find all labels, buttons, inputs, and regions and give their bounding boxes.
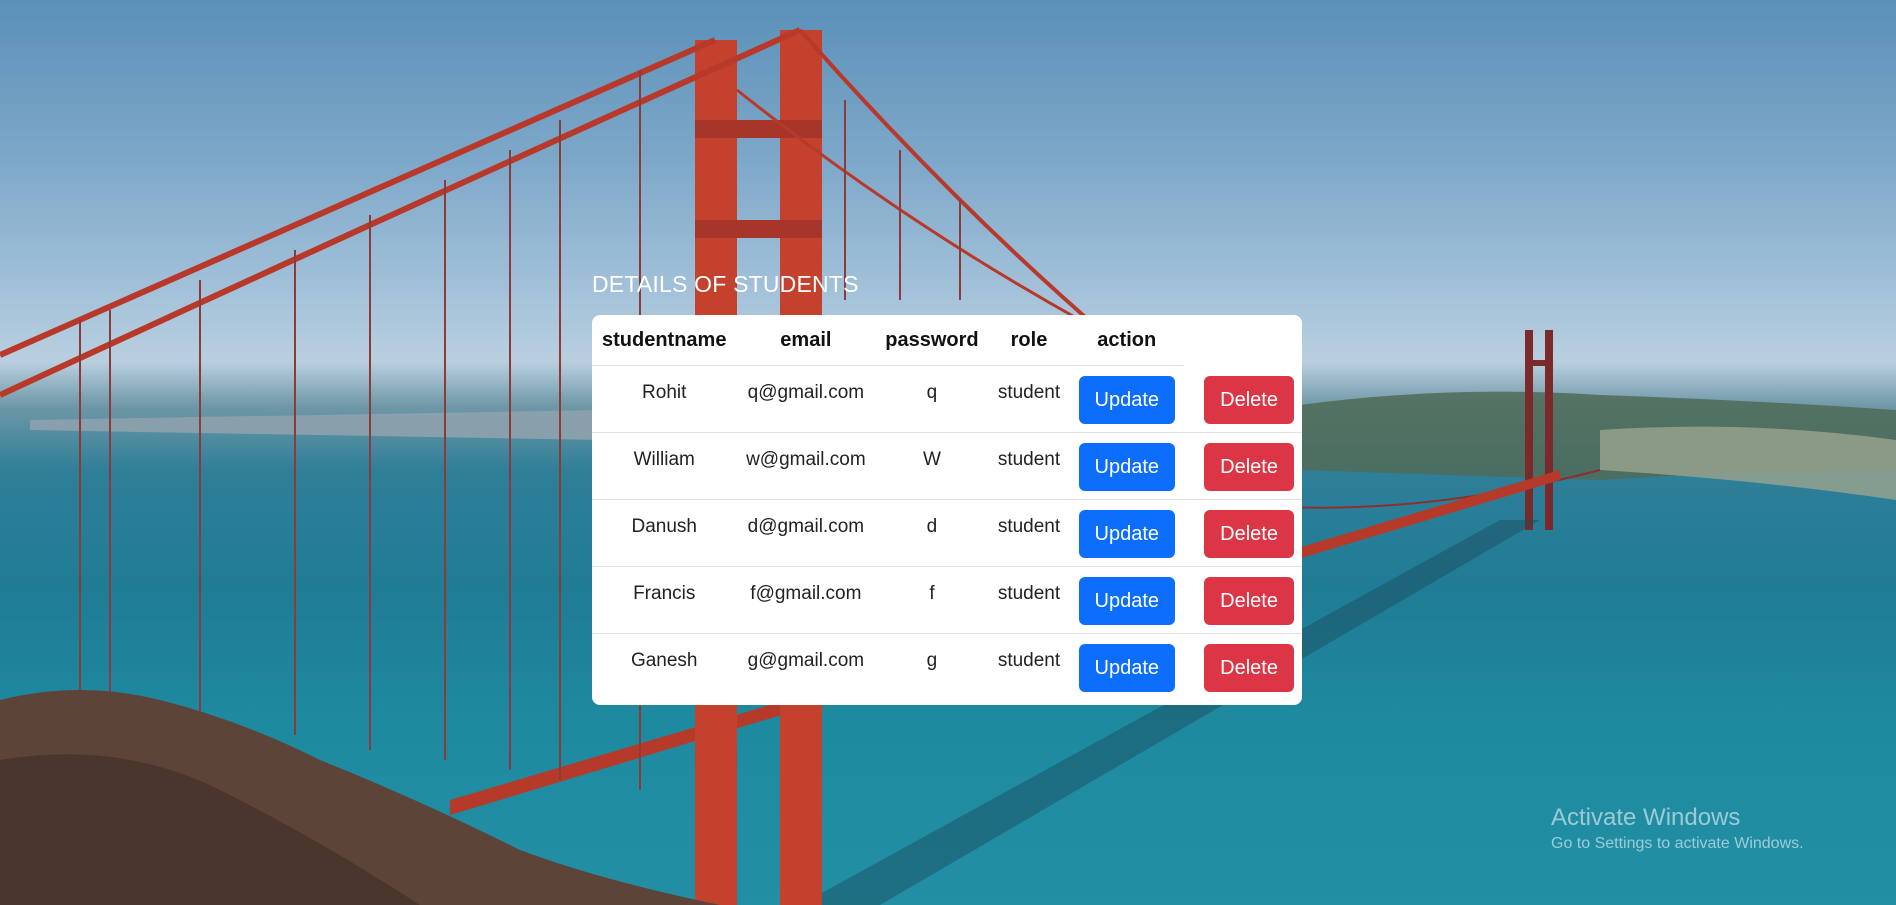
cell-email: w@gmail.com [736,432,876,500]
table-row: Francis f@gmail.com f student Update Del… [592,566,1302,634]
delete-button[interactable]: Delete [1204,375,1294,424]
cell-role: student [988,566,1070,634]
delete-button[interactable]: Delete [1204,510,1294,558]
activate-windows-watermark: Activate Windows Go to Settings to activ… [1551,804,1804,853]
cell-update: Update [1069,634,1184,701]
cell-delete: Delete [1184,566,1302,634]
cell-role: student [988,499,1070,567]
cell-password: d [875,499,989,567]
students-table-panel: studentname email password role action R… [592,315,1302,705]
cell-email: g@gmail.com [747,650,865,671]
column-header-studentname: studentname [592,315,737,366]
cell-update: Update [1069,499,1185,567]
update-button[interactable]: Update [1078,510,1175,558]
cell-role: student [988,432,1070,500]
table-row: Rohit q@gmail.com q student Update Delet… [592,365,1302,433]
cell-role: student [988,365,1070,433]
update-button[interactable]: Update [1078,644,1175,692]
table-row: William w@gmail.com W student Update Del… [592,432,1302,500]
column-header-email: email [736,315,876,366]
cell-studentname: Francis [592,566,737,634]
cell-email: f@gmail.com [736,566,876,634]
cell-email: q@gmail.com [736,365,876,433]
table-row: Ganesh g@gmail.com g student Update Dele… [592,634,1302,701]
column-header-role: role [988,315,1070,366]
column-header-blank [1184,315,1302,366]
cell-delete: Delete [1184,432,1302,500]
cell-delete: Delete [1184,365,1302,433]
watermark-subtitle: Go to Settings to activate Windows. [1551,835,1804,852]
cell-studentname: Danush [592,499,737,567]
page-title: DETAILS OF STUDENTS [592,271,859,297]
cell-update: Update [1069,432,1185,500]
students-table: studentname email password role action R… [592,315,1302,701]
cell-update: Update [1069,365,1185,433]
watermark-title: Activate Windows [1551,804,1741,831]
delete-button[interactable]: Delete [1204,577,1294,625]
cell-password: f [875,566,989,634]
table-header-row: studentname email password role action [592,315,1302,366]
update-button[interactable]: Update [1078,443,1175,491]
cell-studentname: William [592,432,737,500]
cell-password: W [875,432,989,500]
cell-delete: Delete [1184,634,1302,701]
update-button[interactable]: Update [1078,376,1175,424]
cell-password: q [875,365,989,433]
cell-delete: Delete [1184,499,1302,567]
cell-role: student [997,650,1061,671]
cell-password: g [926,650,938,671]
column-header-action: action [1069,315,1185,366]
cell-studentname: Rohit [592,365,737,433]
table-row: Danush d@gmail.com d student Update Dele… [592,499,1302,567]
cell-studentname: Ganesh [630,650,698,671]
update-button[interactable]: Update [1078,577,1175,625]
delete-button[interactable]: Delete [1204,443,1294,491]
cell-email: d@gmail.com [736,499,876,567]
delete-button[interactable]: Delete [1204,644,1294,692]
column-header-password: password [875,315,989,366]
cell-update: Update [1069,566,1185,634]
